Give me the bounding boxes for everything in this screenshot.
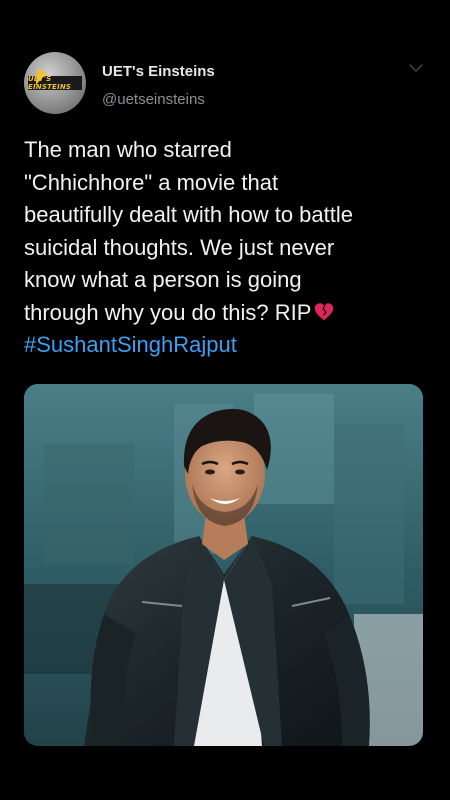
hashtag-link[interactable]: #SushantSinghRajput — [24, 329, 434, 362]
avatar-logo: UET'S EINSTEINS — [28, 68, 82, 91]
broken-heart-icon — [315, 302, 334, 320]
tweet-text-line: know what a person is going — [24, 267, 302, 292]
author-handle[interactable]: @uetseinsteins — [102, 91, 205, 108]
tweet-text-line: beautifully dealt with how to battle — [24, 202, 353, 227]
tweet-text-line-last: through why you do this? RIP — [24, 297, 434, 330]
tweet-text-line: through why you do this? RIP — [24, 299, 312, 325]
tweet-text: The man who starred "Chhichhore" a movie… — [24, 134, 434, 362]
tweet-photo[interactable] — [24, 384, 423, 746]
tweet-text-line: suicidal thoughts. We just never — [24, 234, 335, 260]
author-display-name[interactable]: UET's Einsteins — [102, 63, 215, 80]
chevron-down-icon[interactable] — [408, 62, 424, 74]
tweet-card[interactable]: UET'S EINSTEINS UET's Einsteins @uetsein… — [0, 0, 450, 800]
avatar[interactable]: UET'S EINSTEINS — [24, 52, 86, 114]
tweet-text-line: "Chhichhore" a movie that — [24, 169, 279, 195]
photo-illustration — [24, 384, 423, 746]
tweet-text-line: The man who starred — [24, 137, 232, 162]
